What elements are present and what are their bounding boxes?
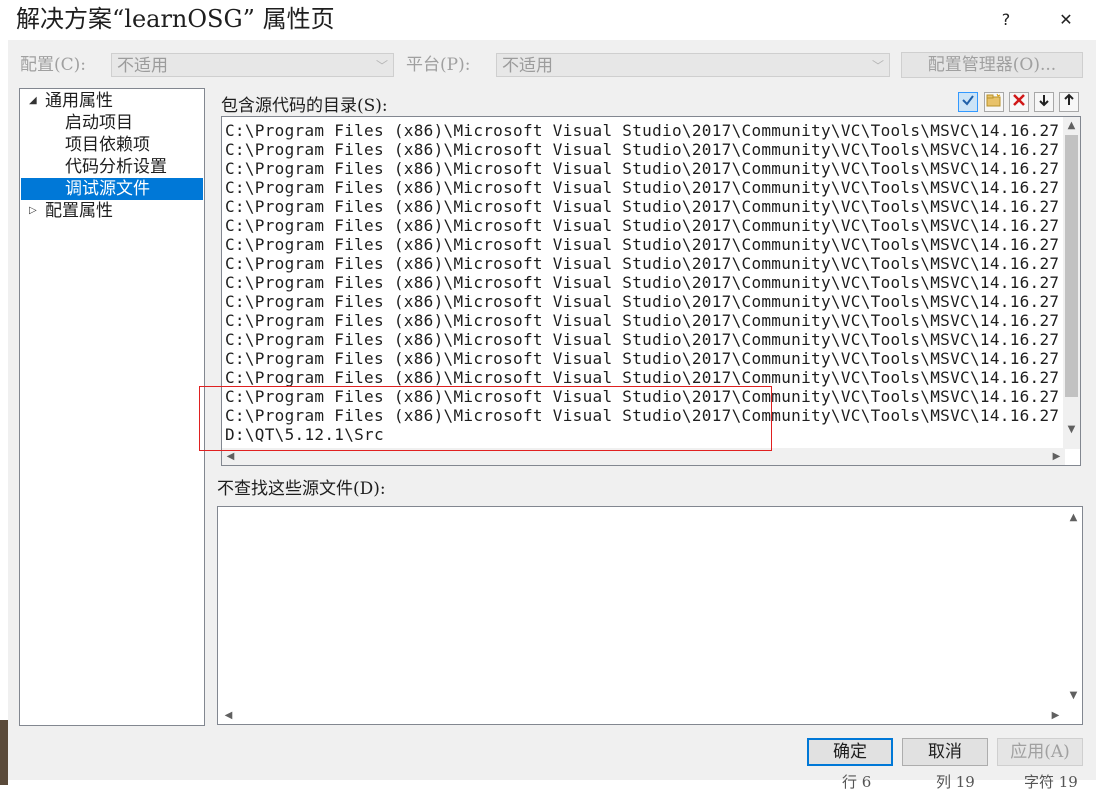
config-combo[interactable]: 不适用 ﹀ bbox=[111, 53, 394, 77]
config-label: 配置(C): bbox=[20, 55, 86, 75]
scroll-right-icon[interactable]: ▶ bbox=[1048, 448, 1065, 465]
chevron-down-icon: ﹀ bbox=[871, 59, 884, 73]
platform-label: 平台(P): bbox=[406, 55, 471, 75]
source-dir-item[interactable]: C:\Program Files (x86)\Microsoft Visual … bbox=[225, 178, 1065, 197]
scroll-down-icon[interactable]: ▼ bbox=[1065, 687, 1082, 704]
highlight-box bbox=[199, 386, 772, 451]
source-dir-item[interactable]: C:\Program Files (x86)\Microsoft Visual … bbox=[225, 121, 1065, 140]
tree-item-project-dependencies[interactable]: 项目依赖项 bbox=[65, 134, 150, 156]
platform-combo[interactable]: 不适用 ﹀ bbox=[496, 53, 890, 77]
chevron-down-icon: ﹀ bbox=[375, 59, 388, 73]
new-folder-icon[interactable] bbox=[984, 92, 1004, 112]
vertical-scrollbar[interactable]: ▲ ▼ bbox=[1063, 117, 1080, 449]
source-dir-item[interactable]: C:\Program Files (x86)\Microsoft Visual … bbox=[225, 140, 1065, 159]
config-value: 不适用 bbox=[117, 56, 168, 76]
checkmark-icon[interactable] bbox=[958, 92, 978, 112]
source-dir-item[interactable]: C:\Program Files (x86)\Microsoft Visual … bbox=[225, 254, 1065, 273]
source-dir-item[interactable]: C:\Program Files (x86)\Microsoft Visual … bbox=[225, 197, 1065, 216]
scroll-right-icon[interactable]: ▶ bbox=[1047, 707, 1064, 724]
apply-button[interactable]: 应用(A) bbox=[997, 738, 1083, 766]
platform-value: 不适用 bbox=[502, 56, 553, 76]
status-line: 行 6 bbox=[842, 773, 872, 791]
tree-item-debug-source-files[interactable]: 调试源文件 bbox=[21, 178, 203, 200]
background-window-edge bbox=[0, 720, 8, 785]
collapse-triangle-icon[interactable]: ◢ bbox=[29, 95, 37, 106]
scroll-left-icon[interactable]: ◀ bbox=[220, 707, 237, 724]
source-dir-item[interactable]: C:\Program Files (x86)\Microsoft Visual … bbox=[225, 330, 1065, 349]
exclude-files-label: 不查找这些源文件(D): bbox=[217, 479, 386, 499]
property-tree[interactable]: ◢ 通用属性 启动项目 项目依赖项 代码分析设置 调试源文件 ▷ 配置属性 bbox=[19, 88, 205, 726]
tree-item-config-properties[interactable]: 配置属性 bbox=[45, 200, 113, 222]
tree-item-startup-project[interactable]: 启动项目 bbox=[65, 112, 133, 134]
source-dir-item[interactable]: C:\Program Files (x86)\Microsoft Visual … bbox=[225, 235, 1065, 254]
exclude-files-list[interactable]: ▲ ▼ ◀ ▶ bbox=[217, 506, 1083, 725]
status-char: 字符 19 bbox=[1024, 773, 1078, 791]
title-bar: 解决方案“learnOSG” 属性页 ? ✕ bbox=[0, 0, 1104, 40]
help-button[interactable]: ? bbox=[986, 6, 1026, 34]
scroll-down-icon[interactable]: ▼ bbox=[1063, 421, 1080, 438]
source-dir-item[interactable]: C:\Program Files (x86)\Microsoft Visual … bbox=[225, 368, 1065, 387]
ok-button[interactable]: 确定 bbox=[807, 738, 893, 766]
scroll-thumb[interactable] bbox=[1065, 135, 1078, 397]
source-dir-item[interactable]: C:\Program Files (x86)\Microsoft Visual … bbox=[225, 311, 1065, 330]
source-dirs-label: 包含源代码的目录(S): bbox=[221, 96, 388, 116]
source-dir-item[interactable]: C:\Program Files (x86)\Microsoft Visual … bbox=[225, 292, 1065, 311]
status-col: 列 19 bbox=[936, 773, 975, 791]
window-title: 解决方案“learnOSG” 属性页 bbox=[16, 5, 335, 33]
source-dir-item[interactable]: C:\Program Files (x86)\Microsoft Visual … bbox=[225, 273, 1065, 292]
dialog-client: 配置(C): 不适用 ﹀ 平台(P): 不适用 ﹀ 配置管理器(O)... ◢ … bbox=[8, 40, 1096, 780]
source-dir-item[interactable]: C:\Program Files (x86)\Microsoft Visual … bbox=[225, 349, 1065, 368]
source-dir-item[interactable]: C:\Program Files (x86)\Microsoft Visual … bbox=[225, 216, 1065, 235]
close-button[interactable]: ✕ bbox=[1046, 6, 1086, 34]
scroll-up-icon[interactable]: ▲ bbox=[1065, 509, 1082, 526]
expand-triangle-icon[interactable]: ▷ bbox=[29, 205, 37, 216]
tree-item-common-properties[interactable]: 通用属性 bbox=[45, 90, 113, 112]
delete-icon[interactable] bbox=[1009, 92, 1029, 112]
move-up-icon[interactable] bbox=[1059, 92, 1079, 112]
tree-item-code-analysis[interactable]: 代码分析设置 bbox=[65, 156, 167, 178]
cancel-button[interactable]: 取消 bbox=[902, 738, 988, 766]
config-manager-button[interactable]: 配置管理器(O)... bbox=[901, 52, 1083, 78]
scroll-up-icon[interactable]: ▲ bbox=[1063, 117, 1080, 134]
move-down-icon[interactable] bbox=[1034, 92, 1054, 112]
source-dir-item[interactable]: C:\Program Files (x86)\Microsoft Visual … bbox=[225, 159, 1065, 178]
